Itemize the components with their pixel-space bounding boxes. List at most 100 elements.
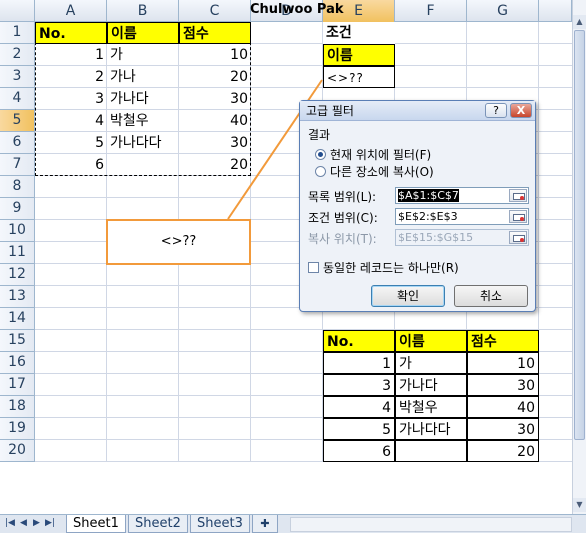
criteria-header-cell[interactable]: 이름	[323, 44, 395, 66]
collapse-dialog-icon[interactable]	[509, 189, 527, 202]
table-cell[interactable]: 5	[35, 132, 107, 154]
result-cell[interactable]: 4	[323, 396, 395, 418]
column-header-a[interactable]: A	[35, 0, 107, 22]
result-cell[interactable]: 40	[467, 396, 539, 418]
row-header[interactable]: 13	[0, 286, 35, 308]
row-header[interactable]: 4	[0, 88, 35, 110]
collapse-dialog-icon[interactable]	[509, 210, 527, 223]
table-cell[interactable]: 40	[179, 110, 251, 132]
table-header-cell[interactable]: 점수	[179, 22, 251, 44]
column-header-h[interactable]	[539, 0, 572, 22]
result-header-cell[interactable]: 점수	[467, 330, 539, 352]
table-header-cell[interactable]: No.	[35, 22, 107, 44]
row-header[interactable]: 1	[0, 22, 35, 44]
sheet-tab-sheet1[interactable]: Sheet1	[66, 515, 126, 533]
result-header-cell[interactable]: No.	[323, 330, 395, 352]
table-cell[interactable]: 10	[179, 44, 251, 66]
table-cell[interactable]: 30	[179, 88, 251, 110]
row-header[interactable]: 6	[0, 132, 35, 154]
row-header[interactable]: 15	[0, 330, 35, 352]
result-cell[interactable]: 가나다다	[395, 418, 467, 440]
advanced-filter-dialog[interactable]: 고급 필터 ? X 결과 현재 위치에 필터(F) 다른 장소에 복사(O) 목…	[299, 100, 536, 312]
column-header-f[interactable]: F	[395, 0, 467, 22]
criteria-value-cell[interactable]: <>??	[323, 66, 395, 88]
table-cell[interactable]: 2	[35, 66, 107, 88]
vertical-scrollbar[interactable]: ▲ ▼	[572, 0, 586, 518]
next-sheet-icon[interactable]: ▶	[33, 518, 40, 528]
table-cell[interactable]: 20	[179, 154, 251, 176]
row-header[interactable]: 2	[0, 44, 35, 66]
close-button[interactable]: X	[510, 103, 532, 118]
table-header-cell[interactable]: 이름	[107, 22, 179, 44]
row-header[interactable]: 14	[0, 308, 35, 330]
row-header[interactable]: 17	[0, 374, 35, 396]
table-cell[interactable]: 가	[107, 44, 179, 66]
row-header-bar: 1 2 3 4 5 6 7 8 9 10 11 12 13 14 15 16 1…	[0, 22, 35, 462]
row-header[interactable]: 8	[0, 176, 35, 198]
table-cell[interactable]: 20	[179, 66, 251, 88]
result-cell[interactable]: 3	[323, 374, 395, 396]
result-cell[interactable]: 30	[467, 374, 539, 396]
table-cell[interactable]: 6	[35, 154, 107, 176]
radio-selected-icon[interactable]	[315, 149, 326, 160]
result-cell[interactable]: 10	[467, 352, 539, 374]
table-cell[interactable]: 1	[35, 44, 107, 66]
sheet-tab-sheet3[interactable]: Sheet3	[190, 515, 250, 533]
ok-button[interactable]: 확인	[371, 285, 445, 307]
criteria-title-cell[interactable]: 조건	[323, 22, 395, 44]
result-cell[interactable]: 박철우	[395, 396, 467, 418]
table-cell[interactable]: 4	[35, 110, 107, 132]
result-cell[interactable]: 5	[323, 418, 395, 440]
row-header[interactable]: 12	[0, 264, 35, 286]
row-header-selected[interactable]: 5	[0, 110, 35, 132]
table-cell[interactable]: 3	[35, 88, 107, 110]
row-header[interactable]: 18	[0, 396, 35, 418]
column-header-g[interactable]: G	[467, 0, 539, 22]
row-header[interactable]: 10	[0, 220, 35, 242]
column-header-c[interactable]: C	[179, 0, 251, 22]
row-header[interactable]: 16	[0, 352, 35, 374]
table-cell[interactable]: 30	[179, 132, 251, 154]
row-header[interactable]: 20	[0, 440, 35, 462]
filter-in-place-option[interactable]: 현재 위치에 필터(F)	[315, 146, 431, 163]
prev-sheet-icon[interactable]: ◀	[20, 518, 27, 528]
result-header-cell[interactable]: 이름	[395, 330, 467, 352]
insert-sheet-icon[interactable]: ✚	[252, 515, 278, 533]
table-cell[interactable]: 박철우	[107, 110, 179, 132]
row-header[interactable]: 3	[0, 66, 35, 88]
result-cell[interactable]: 가나다	[395, 374, 467, 396]
dialog-titlebar[interactable]: 고급 필터 ? X	[300, 101, 535, 121]
scroll-down-icon[interactable]: ▼	[573, 498, 586, 512]
result-cell[interactable]: 30	[467, 418, 539, 440]
select-all-corner[interactable]	[0, 0, 35, 22]
horizontal-scrollbar[interactable]	[290, 517, 572, 532]
row-header[interactable]: 7	[0, 154, 35, 176]
cancel-button[interactable]: 취소	[454, 285, 528, 307]
result-cell[interactable]: 가	[395, 352, 467, 374]
criteria-range-input[interactable]: $E$2:$E$3	[395, 208, 529, 225]
row-header[interactable]: 11	[0, 242, 35, 264]
scroll-up-icon[interactable]: ▲	[573, 15, 586, 29]
table-cell[interactable]: 가나	[107, 66, 179, 88]
table-cell[interactable]	[107, 154, 179, 176]
first-sheet-icon[interactable]: |◀	[5, 518, 15, 528]
last-sheet-icon[interactable]: ▶|	[45, 518, 55, 528]
copy-to-option[interactable]: 다른 장소에 복사(O)	[315, 163, 434, 180]
radio-unselected-icon[interactable]	[315, 166, 326, 177]
unique-records-option[interactable]: 동일한 레코드는 하나만(R)	[308, 259, 459, 276]
row-header[interactable]: 19	[0, 418, 35, 440]
help-button[interactable]: ?	[485, 103, 507, 118]
scroll-thumb[interactable]	[574, 30, 585, 440]
row-header[interactable]: 9	[0, 198, 35, 220]
result-cell[interactable]: 20	[467, 440, 539, 462]
list-range-label: 목록 범위(L):	[308, 190, 377, 204]
table-cell[interactable]: 가나다	[107, 88, 179, 110]
column-header-b[interactable]: B	[107, 0, 179, 22]
sheet-tab-sheet2[interactable]: Sheet2	[128, 515, 188, 533]
checkbox-icon[interactable]	[308, 262, 319, 273]
list-range-input[interactable]: $A$1:$C$7	[395, 187, 529, 204]
result-cell[interactable]: 6	[323, 440, 395, 462]
result-cell[interactable]: 1	[323, 352, 395, 374]
result-cell[interactable]	[395, 440, 467, 462]
table-cell[interactable]: 가나다다	[107, 132, 179, 154]
